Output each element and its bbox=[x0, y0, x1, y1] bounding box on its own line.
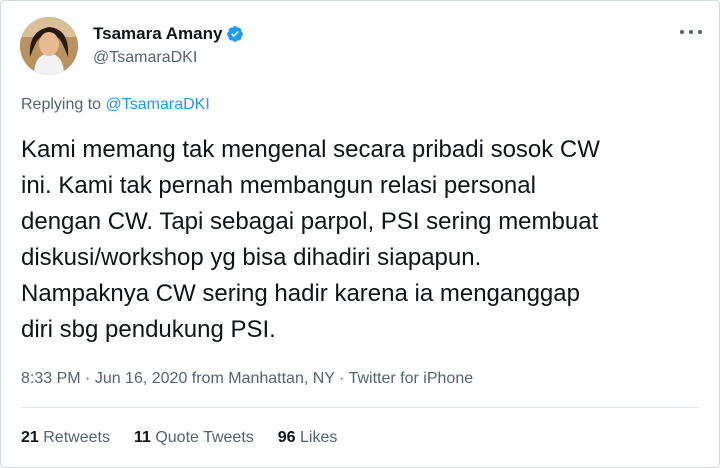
avatar-image bbox=[20, 17, 78, 75]
tweet-source[interactable]: Twitter for iPhone bbox=[349, 370, 474, 387]
retweets-stat[interactable]: 21 Retweets bbox=[21, 429, 110, 447]
quote-tweets-label: Quote Tweets bbox=[155, 429, 254, 446]
tweet-stats: 21 Retweets 11 Quote Tweets 96 Likes bbox=[21, 429, 337, 447]
more-dot bbox=[689, 30, 693, 34]
likes-label: Likes bbox=[300, 429, 338, 446]
meta-separator: · bbox=[80, 370, 95, 387]
quote-tweets-count: 11 bbox=[133, 429, 151, 446]
likes-stat[interactable]: 96 Likes bbox=[278, 429, 338, 447]
quote-tweets-stat[interactable]: 11 Quote Tweets bbox=[134, 429, 254, 447]
more-dot bbox=[698, 30, 702, 34]
author-name[interactable]: Tsamara Amany bbox=[93, 24, 222, 44]
divider bbox=[21, 407, 699, 408]
more-options-icon[interactable] bbox=[680, 24, 702, 40]
retweets-label: Retweets bbox=[43, 429, 110, 446]
meta-separator: · bbox=[334, 370, 349, 387]
tweet-meta: 8:33 PM · Jun 16, 2020 from Manhattan, N… bbox=[21, 370, 473, 388]
tweet-card: Tsamara Amany @TsamaraDKI Replying to @T… bbox=[0, 0, 720, 468]
likes-count: 96 bbox=[277, 429, 296, 446]
more-dot bbox=[680, 30, 684, 34]
author-block: Tsamara Amany @TsamaraDKI bbox=[93, 23, 244, 67]
tweet-time[interactable]: 8:33 PM bbox=[21, 370, 81, 387]
verified-badge-icon bbox=[226, 25, 244, 43]
tweet-date-location[interactable]: Jun 16, 2020 from Manhattan, NY bbox=[95, 370, 335, 387]
avatar[interactable] bbox=[20, 17, 78, 75]
tweet-text: Kami memang tak mengenal secara pribadi … bbox=[21, 136, 600, 343]
replying-to: Replying to @TsamaraDKI bbox=[21, 96, 210, 114]
replying-to-label: Replying to bbox=[21, 96, 102, 113]
name-row: Tsamara Amany bbox=[93, 23, 244, 45]
author-handle[interactable]: @TsamaraDKI bbox=[93, 49, 244, 67]
mention-link[interactable]: @TsamaraDKI bbox=[106, 96, 210, 113]
retweets-count: 21 bbox=[21, 429, 39, 446]
